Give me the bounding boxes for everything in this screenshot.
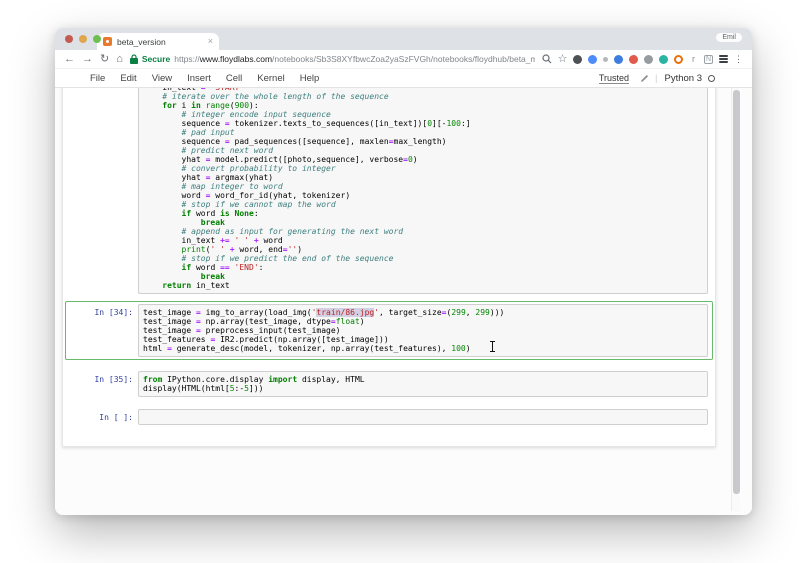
code-line: for i in range(900): bbox=[143, 101, 703, 110]
code-line: # stop if we cannot map the word bbox=[143, 200, 703, 209]
scrollbar[interactable] bbox=[731, 88, 740, 511]
notebook-menubar: File Edit View Insert Cell Kernel Help Trusted… bbox=[55, 69, 752, 88]
code-line: break bbox=[143, 272, 703, 281]
code-line: # map integer to word bbox=[143, 182, 703, 191]
cell-prompt: In [35]: bbox=[68, 371, 138, 397]
code-line: if word is None: bbox=[143, 209, 703, 218]
back-icon[interactable]: ← bbox=[64, 54, 75, 65]
extension-orange-ring-icon[interactable] bbox=[674, 55, 683, 64]
menu-item-kernel[interactable]: Kernel bbox=[257, 73, 284, 84]
menubar-divider: | bbox=[655, 73, 657, 84]
extension-teal-circle-icon[interactable] bbox=[659, 55, 668, 64]
code-line: yhat = model.predict([photo,sequence], v… bbox=[143, 155, 703, 164]
edit-pencil-icon bbox=[640, 74, 649, 83]
code-input-area[interactable]: from IPython.core.display import display… bbox=[138, 371, 708, 397]
code-line: in_text += ' ' + word bbox=[143, 236, 703, 245]
menu-item-help[interactable]: Help bbox=[300, 73, 320, 84]
menu-item-insert[interactable]: Insert bbox=[187, 73, 211, 84]
code-line: # predict next word bbox=[143, 146, 703, 155]
zoom-button[interactable] bbox=[93, 35, 101, 43]
jupyter-favicon bbox=[103, 37, 112, 46]
code-line: # convert probability to integer bbox=[143, 164, 703, 173]
notebook-cell[interactable]: in_text = 'START' # iterate over the who… bbox=[65, 88, 713, 297]
code-line: # stop if we predict the end of the sequ… bbox=[143, 254, 703, 263]
code-line: test_image = preprocess_input(test_image… bbox=[143, 326, 703, 335]
tab-title: beta_version bbox=[117, 37, 208, 47]
menu-item-view[interactable]: View bbox=[152, 73, 172, 84]
code-line: word = word_for_id(yhat, tokenizer) bbox=[143, 191, 703, 200]
url-text: https://www.floydlabs.com/notebooks/Sb3S… bbox=[174, 54, 535, 64]
trusted-button[interactable]: Trusted bbox=[599, 73, 629, 84]
browser-window: beta_version × Emil ← → ↻ ⌂ Secure https… bbox=[55, 28, 752, 515]
extension-globe-icon[interactable] bbox=[588, 55, 597, 64]
reload-icon[interactable]: ↻ bbox=[100, 54, 109, 65]
notebook-cells: in_text = 'START' # iterate over the who… bbox=[65, 88, 713, 428]
code-line: sequence = pad_sequences([sequence], max… bbox=[143, 137, 703, 146]
extension-letter-r-icon[interactable]: r bbox=[689, 55, 698, 64]
code-line: return in_text bbox=[143, 281, 703, 290]
cell-prompt: In [ ]: bbox=[68, 409, 138, 425]
secure-label: Secure bbox=[142, 54, 170, 64]
menu-item-edit[interactable]: Edit bbox=[120, 73, 136, 84]
code-line: display(HTML(html[5:-5])) bbox=[143, 384, 703, 393]
minimize-button[interactable] bbox=[79, 35, 87, 43]
menu-item-file[interactable]: File bbox=[90, 73, 105, 84]
code-input-area[interactable]: in_text = 'START' # iterate over the who… bbox=[138, 88, 708, 294]
tab-strip: beta_version × Emil bbox=[55, 28, 752, 50]
notebook-cell[interactable]: In [34]: test_image = img_to_array(load_i… bbox=[65, 301, 713, 360]
code-line: test_image = img_to_array(load_img('trai… bbox=[143, 308, 703, 317]
code-input-area[interactable] bbox=[138, 409, 708, 425]
extension-blue-paw-icon[interactable] bbox=[614, 55, 623, 64]
notebook-container: in_text = 'START' # iterate over the who… bbox=[62, 88, 716, 447]
kernel-status-icon bbox=[708, 75, 715, 82]
notebook-cell[interactable]: In [ ]: bbox=[65, 406, 713, 428]
window-controls bbox=[65, 35, 101, 43]
close-button[interactable] bbox=[65, 35, 73, 43]
code-line: sequence = tokenizer.texts_to_sequences(… bbox=[143, 119, 703, 128]
padlock-icon bbox=[130, 54, 138, 64]
profile-name[interactable]: Emil bbox=[716, 33, 742, 42]
code-line: print(' ' + word, end='') bbox=[143, 245, 703, 254]
code-line: test_features = IR2.predict(np.array([te… bbox=[143, 335, 703, 344]
browser-toolbar: ← → ↻ ⌂ Secure https://www.floydlabs.com… bbox=[55, 50, 752, 69]
browser-menu-icon[interactable]: ⋮ bbox=[734, 55, 743, 64]
forward-icon[interactable]: → bbox=[82, 54, 93, 65]
extension-shield-icon[interactable] bbox=[573, 55, 582, 64]
code-line: break bbox=[143, 218, 703, 227]
extensions-row: ☆ rN ⋮ bbox=[542, 54, 743, 64]
extension-gray-fan-icon[interactable] bbox=[644, 55, 653, 64]
omnibox-search-icon[interactable] bbox=[542, 54, 552, 64]
code-line: if word == 'END': bbox=[143, 263, 703, 272]
tab-close-icon[interactable]: × bbox=[208, 37, 213, 46]
code-line: # iterate over the whole length of the s… bbox=[143, 92, 703, 101]
notebook-cell[interactable]: In [35]: from IPython.core.display import… bbox=[65, 368, 713, 400]
notebook-content: in_text = 'START' # iterate over the who… bbox=[55, 88, 752, 515]
scrollbar-thumb[interactable] bbox=[733, 90, 740, 494]
home-icon[interactable]: ⌂ bbox=[116, 54, 123, 65]
mouse-cursor-ibeam bbox=[489, 341, 496, 352]
browser-tab[interactable]: beta_version × bbox=[97, 33, 219, 50]
code-line: html = generate_desc(model, tokenizer, n… bbox=[143, 344, 703, 353]
extension-red-peak-icon[interactable] bbox=[629, 55, 638, 64]
menu-item-cell[interactable]: Cell bbox=[226, 73, 242, 84]
extension-stack-icon[interactable] bbox=[719, 55, 728, 64]
code-line: # pad input bbox=[143, 128, 703, 137]
code-line: yhat = argmax(yhat) bbox=[143, 173, 703, 182]
bookmark-star-icon[interactable]: ☆ bbox=[558, 55, 567, 64]
code-line: # append as input for generating the nex… bbox=[143, 227, 703, 236]
extension-letter-n-icon[interactable]: N bbox=[704, 55, 713, 64]
code-line: test_image = np.array(test_image, dtype=… bbox=[143, 317, 703, 326]
code-line: # integer encode input sequence bbox=[143, 110, 703, 119]
kernel-name: Python 3 bbox=[665, 73, 703, 84]
code-input-area[interactable]: test_image = img_to_array(load_img('trai… bbox=[138, 304, 708, 357]
extension-gray-dot-icon[interactable] bbox=[603, 57, 608, 62]
menu-items: File Edit View Insert Cell Kernel Help bbox=[90, 73, 599, 84]
cell-prompt: In [34]: bbox=[68, 304, 138, 357]
cell-prompt bbox=[68, 88, 138, 294]
address-bar[interactable]: Secure https://www.floydlabs.com/noteboo… bbox=[130, 54, 535, 64]
code-line: from IPython.core.display import display… bbox=[143, 375, 703, 384]
